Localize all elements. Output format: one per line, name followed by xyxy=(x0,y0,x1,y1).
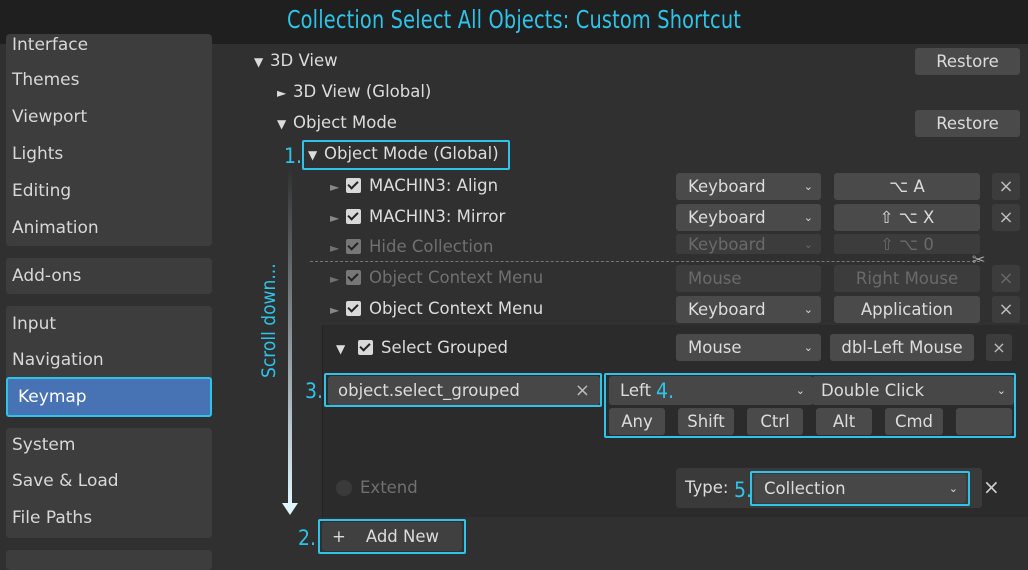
chevron-down-icon: ⌄ xyxy=(803,341,813,354)
tree-object-mode[interactable]: ▼ Object Mode xyxy=(277,109,397,137)
restore-button-object-mode[interactable]: Restore xyxy=(915,110,1020,137)
key-button[interactable]: ⌥ A xyxy=(834,173,980,200)
highlight-object-mode-global xyxy=(302,140,510,170)
keymap-item-row[interactable]: ► MACHIN3: Align xyxy=(330,172,498,200)
checkbox[interactable] xyxy=(346,178,361,193)
checkbox[interactable] xyxy=(336,480,352,496)
key-button[interactable]: ⇧ ⌥ 0 xyxy=(834,234,980,254)
close-icon[interactable]: × xyxy=(992,173,1020,200)
sidebar-item-input[interactable]: Input xyxy=(12,309,56,339)
sidebar-group-5 xyxy=(6,550,212,570)
chevron-down-icon: ⌄ xyxy=(803,180,813,193)
preferences-sidebar: Interface Themes Viewport Lights Editing… xyxy=(0,34,228,570)
checkbox[interactable] xyxy=(346,301,361,316)
key-button[interactable]: dbl-Left Mouse xyxy=(830,334,974,361)
checkbox[interactable] xyxy=(346,239,361,254)
sidebar-item-animation[interactable]: Animation xyxy=(12,213,99,243)
scroll-arrow xyxy=(288,168,292,508)
disclosure-triangle-icon: ► xyxy=(277,86,287,100)
keymap-item-row[interactable]: ► Object Context Menu xyxy=(330,264,543,292)
disclosure-triangle-icon: ▼ xyxy=(254,55,264,69)
input-type-select[interactable]: Keyboard ⌄ xyxy=(676,296,821,323)
highlight-event xyxy=(604,373,1016,438)
type-label: Type: xyxy=(685,478,729,497)
checkbox[interactable] xyxy=(358,340,373,355)
input-type-select[interactable]: Keyboard ⌄ xyxy=(676,204,821,231)
step-number-2: 2. xyxy=(298,526,317,550)
checkbox[interactable] xyxy=(346,209,361,224)
disclosure-triangle-icon: ► xyxy=(330,241,340,255)
extend-checkbox-row[interactable]: Extend xyxy=(336,474,418,502)
close-icon[interactable]: × xyxy=(983,475,1000,499)
input-type-select[interactable]: Keyboard ⌄ xyxy=(676,173,821,200)
disclosure-triangle-icon: ▼ xyxy=(277,117,287,131)
keymap-item-row[interactable]: ► Hide Collection xyxy=(330,233,493,261)
close-icon[interactable]: × xyxy=(986,334,1012,361)
tree-3d-view-global[interactable]: ► 3D View (Global) xyxy=(277,78,431,106)
sidebar-item-interface[interactable]: Interface xyxy=(12,30,88,60)
step-number-3: 3. xyxy=(305,379,324,403)
sidebar-item-themes[interactable]: Themes xyxy=(12,65,80,95)
restore-button-3d-view[interactable]: Restore xyxy=(915,48,1020,75)
disclosure-triangle-icon: ▼ xyxy=(336,342,346,356)
keymap-item-row[interactable]: ► Object Context Menu xyxy=(330,295,543,323)
expanded-item-header[interactable]: ▼ Select Grouped xyxy=(336,334,508,362)
disclosure-triangle-icon: ► xyxy=(330,211,340,225)
sidebar-item-keymap[interactable]: Keymap xyxy=(6,377,212,417)
cut-line xyxy=(310,261,980,262)
sidebar-item-editing[interactable]: Editing xyxy=(12,176,71,206)
highlight-add-new xyxy=(318,519,466,554)
input-type-select[interactable]: Mouse xyxy=(676,265,821,292)
input-type-select[interactable]: Mouse ⌄ xyxy=(676,334,821,361)
close-icon[interactable]: × xyxy=(992,296,1020,323)
disclosure-triangle-icon: ► xyxy=(330,272,340,286)
sidebar-item-navigation[interactable]: Navigation xyxy=(12,345,104,375)
chevron-down-icon: ⌄ xyxy=(803,211,813,224)
sidebar-item-file-paths[interactable]: File Paths xyxy=(12,503,92,533)
input-type-select[interactable]: Keyboard ⌄ xyxy=(676,234,821,254)
chevron-down-icon: ⌄ xyxy=(803,238,813,251)
close-icon[interactable]: × xyxy=(992,204,1020,231)
sidebar-item-save-load[interactable]: Save & Load xyxy=(12,466,119,496)
checkbox[interactable] xyxy=(346,270,361,285)
scroll-arrow-head xyxy=(282,503,298,515)
sidebar-item-viewport[interactable]: Viewport xyxy=(12,102,87,132)
sidebar-item-lights[interactable]: Lights xyxy=(12,139,63,169)
key-button[interactable]: ⇧ ⌥ X xyxy=(834,204,980,231)
chevron-down-icon: ⌄ xyxy=(803,303,813,316)
keymap-item-row[interactable]: ► MACHIN3: Mirror xyxy=(330,203,505,231)
close-icon[interactable]: × xyxy=(992,265,1020,292)
disclosure-triangle-icon: ► xyxy=(330,180,340,194)
highlight-operator xyxy=(324,373,602,407)
highlight-type xyxy=(750,471,970,506)
scroll-annotation: Scroll down... xyxy=(258,263,280,378)
key-button[interactable]: Application xyxy=(834,296,980,323)
key-button[interactable]: Right Mouse xyxy=(834,265,980,292)
sidebar-item-addons[interactable]: Add-ons xyxy=(12,261,81,291)
sidebar-item-system[interactable]: System xyxy=(12,430,75,460)
tree-3d-view[interactable]: ▼ 3D View xyxy=(254,47,338,75)
step-number-1: 1. xyxy=(284,144,303,168)
disclosure-triangle-icon: ► xyxy=(330,303,340,317)
